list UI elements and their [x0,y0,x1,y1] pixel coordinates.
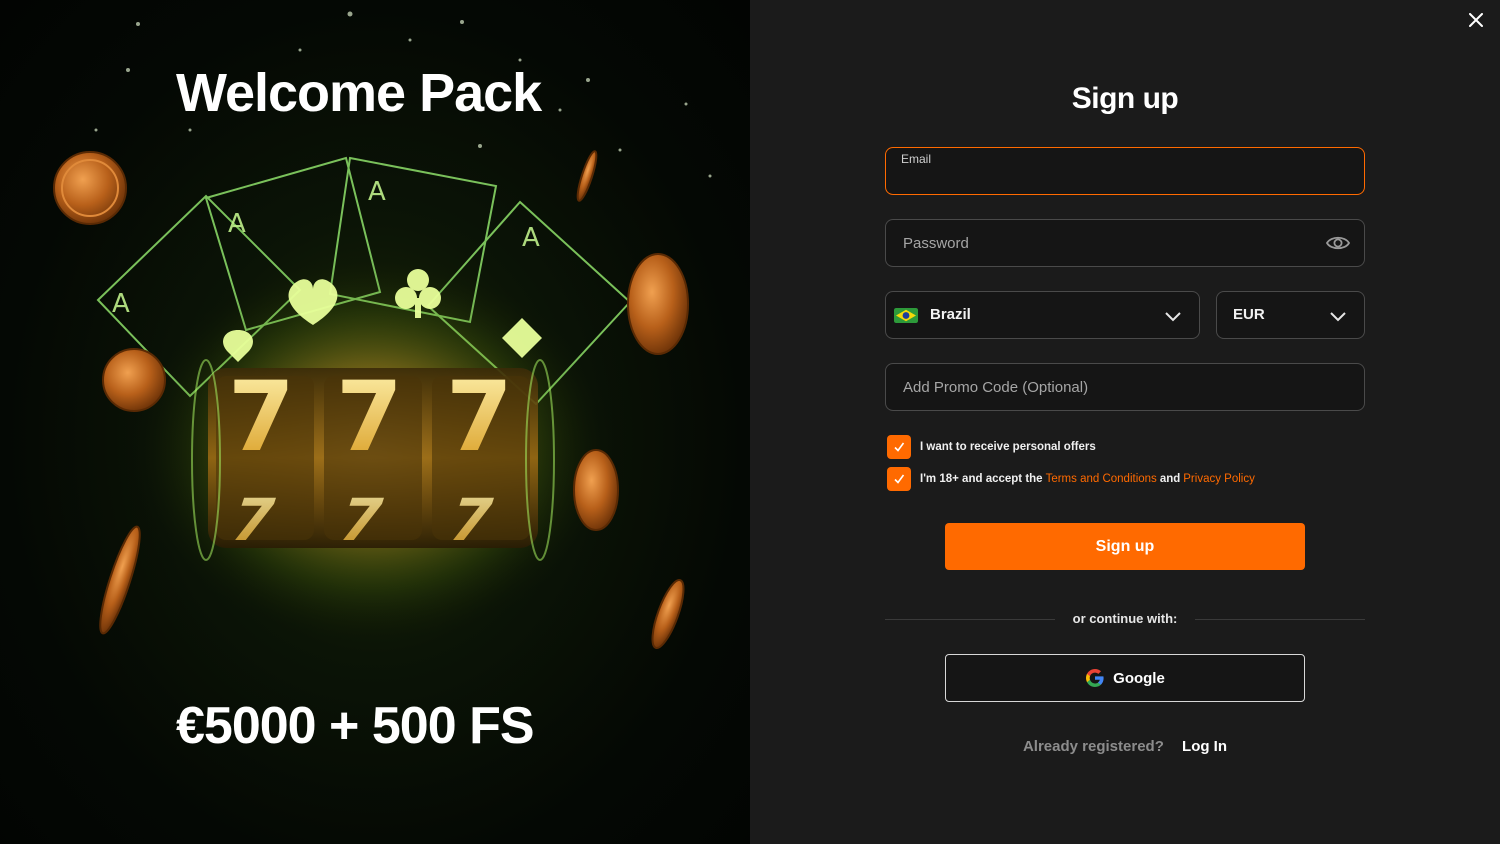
login-link[interactable]: Log In [1182,738,1227,755]
google-label: Google [1113,669,1165,687]
country-select[interactable]: Brazil [885,291,1200,339]
terms-checkbox[interactable] [887,467,911,491]
close-icon [1469,13,1483,27]
checkmark-icon [894,442,905,452]
terms-consent-row: I'm 18+ and accept the Terms and Conditi… [887,467,1258,491]
divider-line-right [1195,619,1365,620]
svg-text:7: 7 [228,361,295,473]
currency-value: EUR [1233,306,1265,323]
svg-text:7: 7 [336,361,403,473]
svg-text:A: A [368,177,386,207]
password-input[interactable] [901,220,1314,266]
eye-icon[interactable] [1326,233,1350,253]
chevron-down-icon [1165,312,1181,322]
terms-link[interactable]: Terms and Conditions [1046,473,1157,485]
password-field[interactable] [885,219,1365,267]
terms-prefix: I'm 18+ and accept the [920,473,1043,485]
svg-text:7: 7 [446,361,513,473]
promo-code-input[interactable] [901,364,1314,410]
terms-joiner: and [1159,473,1181,485]
svg-text:A: A [522,223,540,253]
email-input[interactable] [901,162,1314,194]
continue-divider: or continue with: [885,611,1365,627]
offers-label: I want to receive personal offers [920,441,1096,453]
email-field[interactable]: Email [885,147,1365,195]
promo-offer: €5000 + 500 FS [176,697,535,755]
close-button[interactable] [1464,8,1488,32]
google-signin-button[interactable]: Google [945,654,1305,702]
form-title: Sign up [1071,82,1179,115]
google-icon [1086,669,1104,687]
svg-text:A: A [112,289,130,319]
country-value: Brazil [930,306,971,323]
login-prompt: Already registered? [1022,738,1164,755]
offers-consent-row: I want to receive personal offers [887,435,1096,459]
privacy-link[interactable]: Privacy Policy [1183,473,1255,485]
checkmark-icon [894,474,905,484]
svg-text:A: A [228,209,246,239]
promo-code-field[interactable] [885,363,1365,411]
chevron-down-icon [1330,312,1346,322]
promo-title: Welcome Pack [176,63,542,123]
offers-checkbox[interactable] [887,435,911,459]
currency-select[interactable]: EUR [1216,291,1365,339]
signup-button[interactable]: Sign up [945,523,1305,570]
promo-panel: AA AA 777 7 7 7 Welcome Pack €5000 + 500… [0,0,750,844]
login-row: Already registered? Log In [885,738,1365,755]
brazil-flag-icon [894,308,918,323]
